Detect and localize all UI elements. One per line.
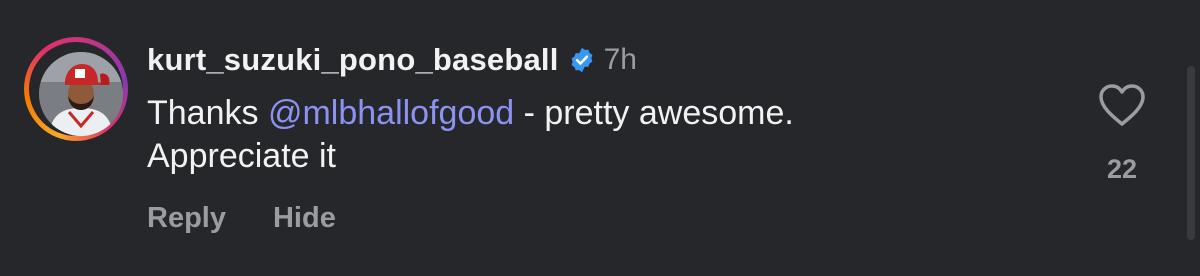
comment-header: kurt_suzuki_pono_baseball 7h (147, 40, 637, 80)
heart-icon[interactable] (1097, 82, 1147, 128)
comment-text-line-1: Thanks @mlbhallofgood - pretty awesome. (147, 92, 1027, 135)
comment-text-line-2: Appreciate it (147, 137, 336, 175)
reply-button[interactable]: Reply (147, 202, 226, 235)
hide-button[interactable]: Hide (273, 202, 336, 235)
comment-text-rest: - pretty awesome. (514, 94, 794, 132)
comment-row: kurt_suzuki_pono_baseball 7h Thanks @mlb… (0, 0, 1200, 276)
timestamp: 7h (603, 43, 637, 76)
mention-link[interactable]: @mlbhallofgood (268, 94, 514, 132)
username-link[interactable]: kurt_suzuki_pono_baseball (147, 42, 559, 78)
avatar-photo (39, 52, 123, 136)
avatar[interactable] (39, 52, 123, 136)
comment-text: Thanks @mlbhallofgood - pretty awesome. … (147, 92, 1027, 178)
like-count: 22 (1106, 154, 1138, 184)
comment-text-prefix: Thanks (147, 94, 268, 132)
verified-badge-icon (568, 46, 596, 74)
scrollbar[interactable] (1187, 66, 1195, 240)
comment-actions: Reply Hide (147, 202, 383, 235)
avatar-story-ring[interactable] (24, 37, 128, 141)
